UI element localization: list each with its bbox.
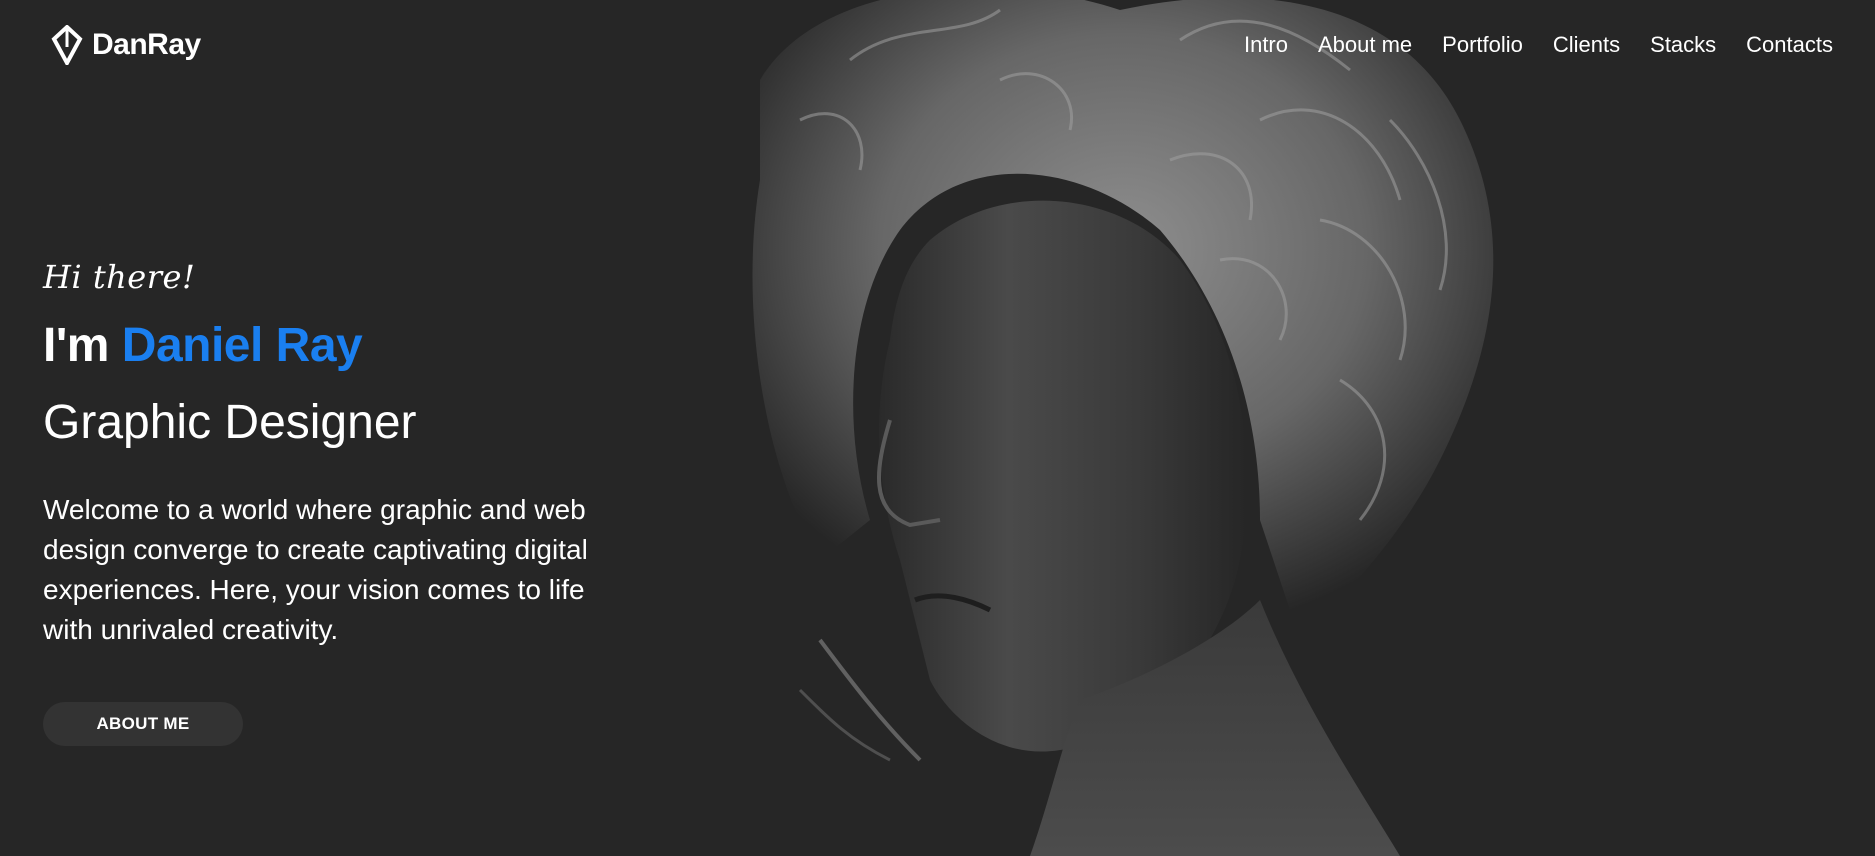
nav-item-contacts[interactable]: Contacts [1746, 32, 1833, 58]
nav-item-clients[interactable]: Clients [1553, 32, 1620, 58]
headline-name: Daniel Ray [121, 319, 363, 372]
hero-role: Graphic Designer [43, 395, 417, 449]
nav-item-portfolio[interactable]: Portfolio [1442, 32, 1523, 58]
nav-item-about-me[interactable]: About me [1318, 32, 1412, 58]
brand[interactable]: DanRay [50, 25, 201, 65]
hero-greeting: Hi there! [43, 258, 196, 296]
about-me-button[interactable]: ABOUT ME [43, 701, 243, 746]
nav-item-intro[interactable]: Intro [1244, 32, 1288, 58]
diamond-logo-icon [51, 25, 83, 65]
hero-section: Hi there! I'm Daniel Ray Graphic Designe… [43, 258, 643, 746]
site-header: DanRay Intro About me Portfolio Clients … [0, 0, 1875, 90]
main-nav: Intro About me Portfolio Clients Stacks … [1244, 32, 1833, 58]
page: DanRay Intro About me Portfolio Clients … [0, 0, 1875, 856]
brand-name: DanRay [92, 28, 201, 61]
headline-prefix: I'm [43, 319, 109, 372]
nav-item-stacks[interactable]: Stacks [1650, 32, 1716, 58]
hero-headline: I'm Daniel Ray [43, 319, 643, 373]
hero-portrait-image [700, 0, 1875, 856]
hero-intro: Welcome to a world where graphic and web… [43, 493, 588, 645]
